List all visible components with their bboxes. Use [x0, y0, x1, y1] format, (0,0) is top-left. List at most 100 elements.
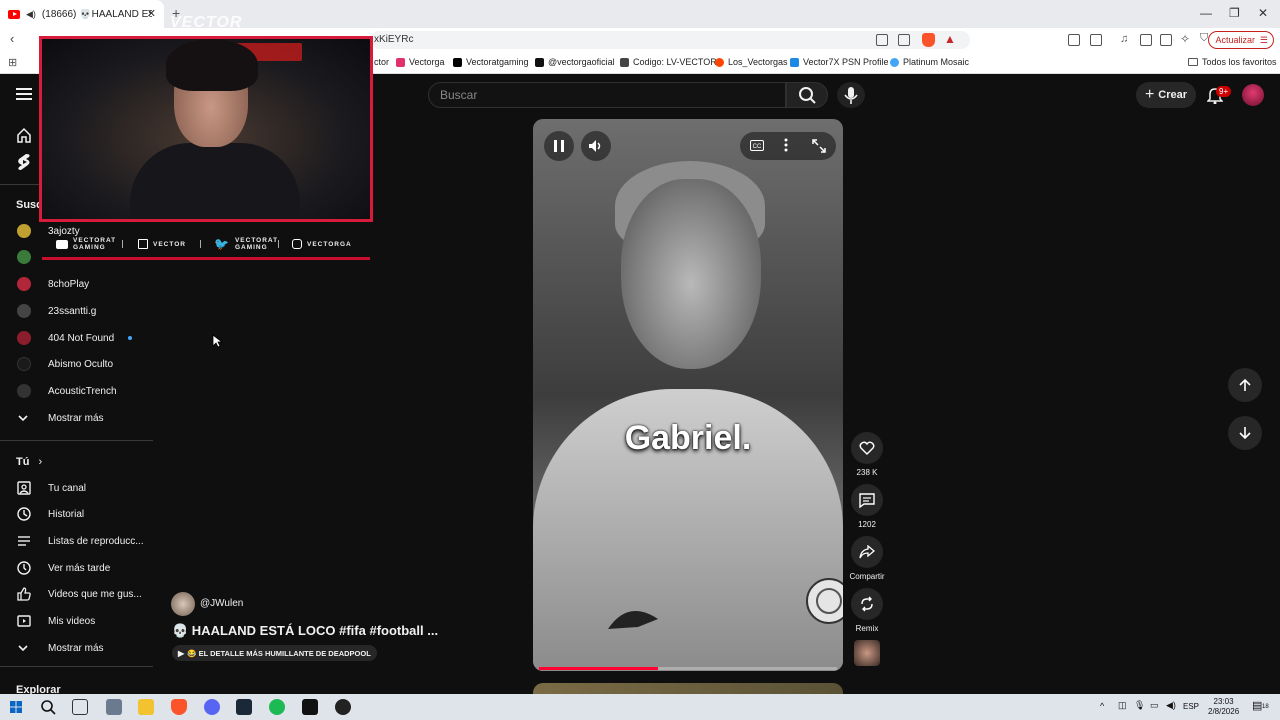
- bookmark-label: Platinum Mosaic: [903, 57, 970, 67]
- speaker-icon[interactable]: ◀): [1166, 700, 1176, 711]
- wallet-icon[interactable]: [1160, 34, 1172, 46]
- share-action[interactable]: Compartir: [849, 536, 885, 581]
- network-icon[interactable]: ▭: [1150, 700, 1159, 711]
- notification-badge: 9+: [1216, 86, 1232, 97]
- account-avatar[interactable]: [1242, 84, 1264, 106]
- previous-short-button[interactable]: [1228, 368, 1262, 402]
- sidebar-icon[interactable]: [1140, 34, 1152, 46]
- folder-icon: [1188, 58, 1198, 66]
- brave-rewards-icon[interactable]: ▲: [944, 32, 956, 46]
- install-icon[interactable]: [876, 34, 888, 46]
- update-button[interactable]: Actualizar ☰: [1208, 31, 1274, 49]
- social-label: VECTORGA: [307, 240, 352, 248]
- shorts-icon[interactable]: [16, 153, 32, 171]
- sidebar-item-your-channel[interactable]: Tu canal: [0, 475, 150, 501]
- voice-search-button[interactable]: [837, 82, 865, 108]
- tab-search-icon[interactable]: [1090, 34, 1102, 46]
- remix-button[interactable]: [851, 588, 883, 620]
- next-short-button[interactable]: [1228, 416, 1262, 450]
- microphone-icon[interactable]: 🎙: [1134, 700, 1145, 711]
- sidebar-item-history[interactable]: Historial: [0, 501, 150, 527]
- volume-button[interactable]: [581, 131, 611, 161]
- comment-action[interactable]: 1202: [849, 484, 885, 529]
- bookmark-item[interactable]: Vector7X PSN Profile: [790, 57, 889, 67]
- keyboard-language[interactable]: ESP: [1183, 702, 1199, 711]
- like-action[interactable]: 238 K: [849, 432, 885, 477]
- steam-icon[interactable]: [236, 699, 252, 715]
- video-progress-bar[interactable]: [539, 667, 837, 670]
- sidebar-subscription[interactable]: 8choPlay: [0, 271, 150, 297]
- extensions-icon[interactable]: [1068, 34, 1080, 46]
- sidebar-subscription[interactable]: Abismo Oculto: [0, 351, 150, 377]
- sidebar-subscription[interactable]: 404 Not Found: [0, 325, 150, 351]
- windows-start-icon[interactable]: [10, 701, 22, 713]
- channel-avatar: [17, 250, 31, 264]
- bookmark-item[interactable]: Vectoratgaming: [453, 57, 529, 67]
- media-icon[interactable]: ♫: [1120, 33, 1128, 45]
- back-icon[interactable]: ‹: [10, 31, 14, 46]
- you-heading[interactable]: Tú ›: [16, 456, 42, 468]
- share-button[interactable]: [851, 536, 883, 568]
- sidebar-subscription[interactable]: AcousticTrench: [0, 378, 150, 404]
- bookmark-item[interactable]: Platinum Mosaic: [890, 57, 969, 67]
- create-button[interactable]: + Crear: [1136, 82, 1196, 108]
- brave-shield-icon[interactable]: [922, 33, 935, 47]
- restore-icon[interactable]: ❐: [1229, 6, 1240, 20]
- show-more-subscriptions[interactable]: Mostrar más: [0, 405, 150, 431]
- youtube-favicon-icon: [8, 9, 20, 19]
- pause-button[interactable]: [544, 131, 574, 161]
- notification-center-icon[interactable]: ▤: [1252, 699, 1262, 712]
- remix-action[interactable]: Remix: [849, 588, 885, 633]
- sidebar-item-my-videos[interactable]: Mis videos: [0, 608, 150, 634]
- epic-games-icon[interactable]: [302, 699, 318, 715]
- task-view-icon[interactable]: [72, 699, 88, 715]
- tab-close-icon[interactable]: ✕: [147, 7, 156, 20]
- leo-icon[interactable]: ✧: [1180, 32, 1190, 46]
- tray-app-icon[interactable]: ◫: [1118, 700, 1127, 711]
- bookmark-item[interactable]: ctor: [374, 57, 389, 67]
- discord-icon[interactable]: [204, 699, 220, 715]
- bookmark-item[interactable]: Los_Vectorgas: [715, 57, 788, 67]
- sidebar-subscription[interactable]: 23ssantti.g: [0, 298, 150, 324]
- show-more-you[interactable]: Mostrar más: [0, 635, 150, 661]
- obs-icon[interactable]: [335, 699, 351, 715]
- share-icon[interactable]: [898, 34, 910, 46]
- audio-source-thumbnail[interactable]: [854, 640, 880, 666]
- bookmark-item[interactable]: @vectorgaoficial: [535, 57, 615, 67]
- notification-count-badge: 18: [1262, 704, 1269, 710]
- like-button[interactable]: [851, 432, 883, 464]
- captions-icon[interactable]: CC: [750, 140, 764, 151]
- search-icon[interactable]: [40, 699, 56, 715]
- sidebar-item-liked-videos[interactable]: Videos que me gus...: [0, 581, 150, 607]
- bookmark-item[interactable]: Codigo: LV-VECTOR: [620, 57, 717, 67]
- apps-grid-icon[interactable]: ⊞: [8, 56, 17, 69]
- channel-avatar[interactable]: [171, 592, 195, 616]
- hamburger-menu-icon[interactable]: [16, 87, 32, 101]
- more-options-icon[interactable]: [784, 138, 788, 152]
- webcam-overlay: [39, 36, 373, 222]
- brave-icon[interactable]: [171, 699, 187, 715]
- window-close-icon[interactable]: ✕: [1258, 6, 1268, 20]
- bookmark-item[interactable]: Vectorga: [396, 57, 445, 67]
- fullscreen-icon[interactable]: [812, 139, 826, 153]
- vpn-icon[interactable]: ⛉: [1200, 32, 1208, 45]
- file-explorer-icon[interactable]: [138, 699, 154, 715]
- all-bookmarks[interactable]: Todos los favoritos: [1188, 57, 1277, 67]
- sidebar-item-playlists[interactable]: Listas de reproducc...: [0, 528, 150, 554]
- music-chip[interactable]: ▶ 😂 EL DETALLE MÁS HUMILLANTE DE DEADPOO…: [172, 645, 377, 661]
- tray-chevron-icon[interactable]: ^: [1100, 701, 1104, 711]
- minimize-icon[interactable]: —: [1200, 6, 1212, 20]
- short-title[interactable]: 💀 HAALAND ESTÁ LOCO #fifa #football ...: [172, 623, 438, 639]
- brand-logo-icon: [608, 611, 658, 629]
- channel-handle[interactable]: @JWulen: [200, 598, 243, 609]
- spotify-icon[interactable]: [269, 699, 285, 715]
- app-icon[interactable]: [106, 699, 122, 715]
- home-icon[interactable]: [16, 127, 32, 143]
- sidebar-item-watch-later[interactable]: Ver más tarde: [0, 555, 150, 581]
- clock[interactable]: 23:03 2/8/2026: [1208, 697, 1239, 717]
- search-button[interactable]: [786, 82, 828, 108]
- browser-tab[interactable]: ◀) (18666) 💀HAALAND ESTÁ L... ✕: [0, 0, 164, 28]
- search-input[interactable]: Buscar: [428, 82, 786, 108]
- comment-button[interactable]: [851, 484, 883, 516]
- short-video-player[interactable]: Gabriel. CC: [533, 119, 843, 671]
